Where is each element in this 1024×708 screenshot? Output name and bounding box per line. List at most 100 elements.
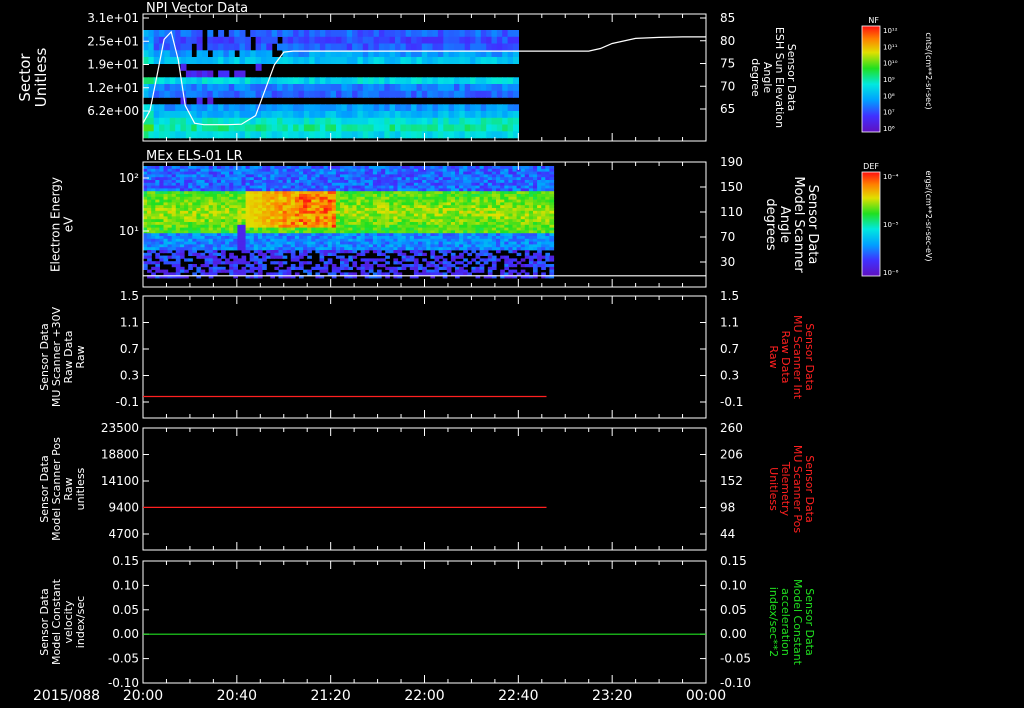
heatmap-cell <box>385 177 390 181</box>
heatmap-cell <box>221 216 226 220</box>
heatmap-cell <box>545 252 550 256</box>
heatmap-cell <box>167 188 173 192</box>
heatmap-cell <box>446 194 452 198</box>
heatmap-cell <box>169 90 176 98</box>
heatmap-cell <box>175 205 181 209</box>
heatmap-cell <box>372 213 378 217</box>
heatmap-cell <box>549 182 555 186</box>
heatmap-cell <box>463 227 468 231</box>
heatmap-cell <box>287 104 294 112</box>
heatmap-cell <box>253 233 259 237</box>
heatmap-cell <box>356 224 362 228</box>
heatmap-cell <box>335 216 341 220</box>
heatmap-cell <box>393 205 399 209</box>
heatmap-cell <box>442 182 448 186</box>
heatmap-cell <box>282 36 289 44</box>
heatmap-cell <box>348 174 353 178</box>
heatmap-cell <box>319 124 326 132</box>
heatmap-cell <box>446 177 452 181</box>
heatmap-cell <box>241 185 247 189</box>
heatmap-cell <box>262 166 267 170</box>
heatmap-cell <box>467 227 472 231</box>
heatmap-cell <box>303 244 308 248</box>
heatmap-cell <box>266 213 271 217</box>
heatmap-cell <box>368 222 374 226</box>
heatmap-cell <box>208 191 214 195</box>
heatmap-cell <box>307 177 312 181</box>
heatmap-cell <box>409 247 415 251</box>
heatmap-cell <box>290 213 296 217</box>
heatmap-cell <box>163 224 169 228</box>
heatmap-cell <box>167 219 173 223</box>
heatmap-cell <box>147 180 152 184</box>
heatmap-cell <box>253 191 259 195</box>
heatmap-cell <box>516 199 522 203</box>
heatmap-cell <box>513 111 519 118</box>
heatmap-cell <box>524 224 530 228</box>
heatmap-cell <box>331 236 337 240</box>
heatmap-cell <box>266 233 271 237</box>
heatmap-cell <box>233 180 238 184</box>
heatmap-cell <box>432 131 439 139</box>
colorbar-tick: 10¹¹ <box>883 43 898 51</box>
heatmap-cell <box>319 208 325 212</box>
heatmap-cell <box>250 90 257 98</box>
heatmap-cell <box>502 90 509 98</box>
heatmap-cell <box>212 77 219 85</box>
heatmap-cell <box>467 224 472 228</box>
heatmap-cell <box>541 196 546 200</box>
heatmap-cell <box>454 43 460 51</box>
heatmap-cell <box>434 185 440 189</box>
heatmap-cell <box>524 213 530 217</box>
heatmap-cell <box>180 43 187 51</box>
heatmap-cell <box>362 57 369 64</box>
heatmap-cell <box>237 171 243 175</box>
heatmap-cell <box>381 224 386 228</box>
heatmap-cell <box>171 247 177 251</box>
heatmap-cell <box>216 174 222 178</box>
heatmap-cell <box>483 224 489 228</box>
heatmap-cell <box>184 227 189 231</box>
heatmap-cell <box>249 174 255 178</box>
heatmap-cell <box>405 77 412 85</box>
heatmap-cell <box>148 30 155 37</box>
heatmap-cell <box>303 247 308 251</box>
heatmap-cell <box>340 213 345 217</box>
heatmap-cell <box>401 205 407 209</box>
heatmap-cell <box>459 202 464 206</box>
heatmap-cell <box>504 194 509 198</box>
heatmap-cell <box>413 230 419 234</box>
heatmap-cell <box>237 230 243 234</box>
heatmap-cell <box>323 264 329 268</box>
heatmap-cell <box>397 168 403 172</box>
heatmap-cell <box>340 255 345 259</box>
heatmap-cell <box>314 36 321 44</box>
heatmap-cell <box>207 97 214 105</box>
heatmap-cell <box>271 117 278 125</box>
heatmap-cell <box>455 236 460 240</box>
heatmap-cell <box>171 171 177 175</box>
heatmap-cell <box>266 205 271 209</box>
heatmap-cell <box>368 171 374 175</box>
y-tick-label-left: 2.5e+01 <box>87 34 139 48</box>
heatmap-cell <box>486 84 493 91</box>
heatmap-cell <box>491 174 497 178</box>
heatmap-cell <box>188 180 193 184</box>
heatmap-cell <box>298 124 305 132</box>
heatmap-cell <box>418 188 423 192</box>
heatmap-cell <box>475 202 481 206</box>
heatmap-cell <box>512 236 518 240</box>
heatmap-cell <box>450 194 456 198</box>
heatmap-cell <box>286 272 292 276</box>
heatmap-cell <box>192 241 197 245</box>
heatmap-cell <box>504 185 509 189</box>
heatmap-cell <box>344 213 349 217</box>
heatmap-cell <box>184 182 189 186</box>
heatmap-cell <box>167 222 173 226</box>
heatmap-cell <box>411 131 418 139</box>
heatmap-cell <box>155 202 160 206</box>
heatmap-cell <box>184 244 189 248</box>
heatmap-cell <box>327 191 333 195</box>
heatmap-cell <box>188 166 193 170</box>
heatmap-cell <box>459 222 464 226</box>
